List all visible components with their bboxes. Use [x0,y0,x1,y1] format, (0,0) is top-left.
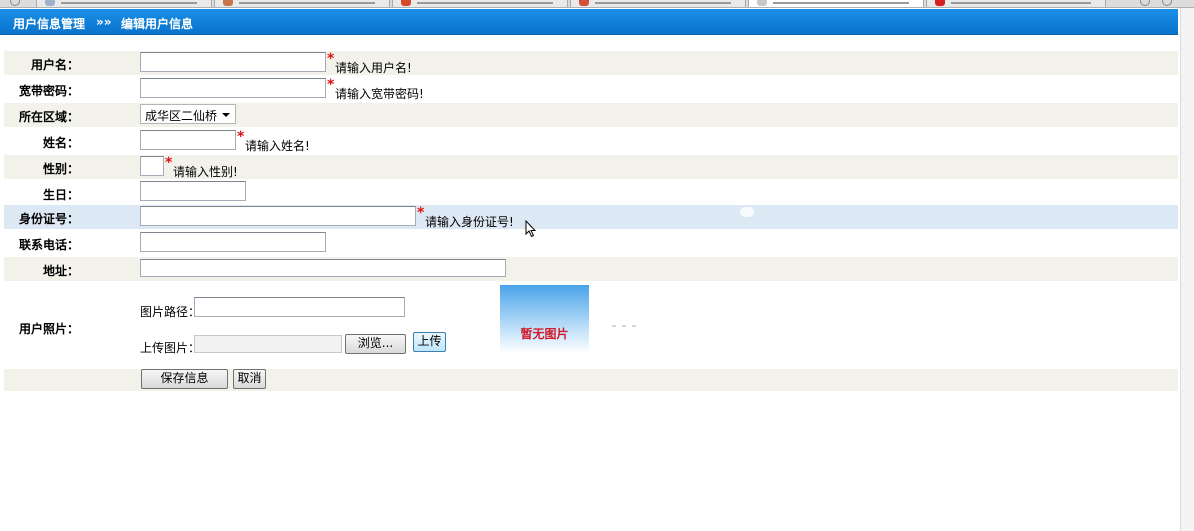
mouse-cursor-icon [525,220,537,238]
ghost-artifact [740,207,754,217]
back-icon[interactable] [10,0,20,6]
form-row-gender: 性别： * 请输入性别! [4,155,1178,179]
birthday-input[interactable] [140,181,246,201]
username-label: 用户名： [31,58,80,72]
password-hint: 请输入宽带密码! [335,87,424,101]
browser-tab[interactable] [926,0,1106,7]
form-row-phone: 联系电话： [4,231,1178,255]
address-label: 地址： [43,264,80,278]
no-image-text: 暂无图片 [520,327,569,341]
gender-label: 性别： [43,162,80,176]
browser-tab-active[interactable] [748,0,924,7]
phone-input[interactable] [140,232,326,252]
name-label: 姓名： [43,136,80,150]
name-hint: 请输入姓名! [245,139,310,153]
name-input[interactable] [140,130,236,150]
form-row-actions: 保存信息 取消 [4,369,1178,391]
form-row-region: 所在区域： 成华区二仙桥 [4,103,1178,127]
browser-tab[interactable] [570,0,746,7]
photo-preview: 暂无图片 [500,285,589,353]
form-row-birthday: 生日： [4,181,1178,205]
breadcrumb-current: 编辑用户信息 [121,17,194,31]
required-mark: * [165,155,173,171]
upload-photo-label: 上传图片： [140,341,201,355]
photo-label: 用户照片： [19,322,80,336]
faint-artifact [612,325,638,327]
region-selected-value: 成华区二仙桥 [145,109,218,123]
required-mark: * [327,51,335,67]
photo-path-label: 图片路径： [140,305,201,319]
birthday-label: 生日： [43,188,80,202]
id-number-hint: 请输入身份证号! [425,215,514,229]
username-input[interactable] [140,52,326,72]
username-hint: 请输入用户名! [335,61,412,75]
browser-tab[interactable] [392,0,568,7]
address-input[interactable] [140,259,506,277]
required-mark: * [237,129,245,145]
cancel-button[interactable]: 取消 [233,369,266,389]
required-mark: * [417,205,425,221]
browser-tab[interactable] [36,0,212,7]
id-number-input[interactable] [140,206,416,226]
photo-path-input[interactable] [194,297,405,317]
region-select[interactable]: 成华区二仙桥 [140,104,236,124]
required-mark: * [327,77,335,93]
password-label: 宽带密码： [19,84,80,98]
tab-list-icon[interactable] [1140,0,1150,6]
password-input[interactable] [140,78,326,98]
upload-file-field[interactable] [194,335,342,353]
save-button[interactable]: 保存信息 [141,369,228,389]
form-row-photo: 用户照片： 图片路径： 上传图片： 浏览... 上传 [4,283,1178,369]
upload-button[interactable]: 上传 [413,332,446,352]
region-label: 所在区域： [19,110,80,124]
form-row-name: 姓名： * 请输入姓名! [4,129,1178,153]
form-row-password: 宽带密码： * 请输入宽带密码! [4,77,1178,101]
new-tab-icon[interactable] [1162,0,1172,6]
form-row-id-number: 身份证号： * 请输入身份证号! [4,205,1178,229]
browser-tab-strip [0,0,1194,8]
browser-tab[interactable] [214,0,390,7]
window-right-edge [1180,8,1194,531]
browse-button[interactable]: 浏览... [345,334,406,354]
breadcrumb-parent[interactable]: 用户信息管理 [13,15,85,32]
phone-label: 联系电话： [19,238,80,252]
id-number-label: 身份证号： [19,212,80,226]
chevron-down-icon [222,113,230,117]
breadcrumb-separator: »» [96,15,112,29]
gender-hint: 请输入性别! [173,165,238,179]
page-header: 用户信息管理 »» 编辑用户信息 [0,9,1178,35]
form-row-username: 用户名： * 请输入用户名! [4,51,1178,75]
form-row-address: 地址： [4,257,1178,281]
gender-input[interactable] [140,156,164,176]
